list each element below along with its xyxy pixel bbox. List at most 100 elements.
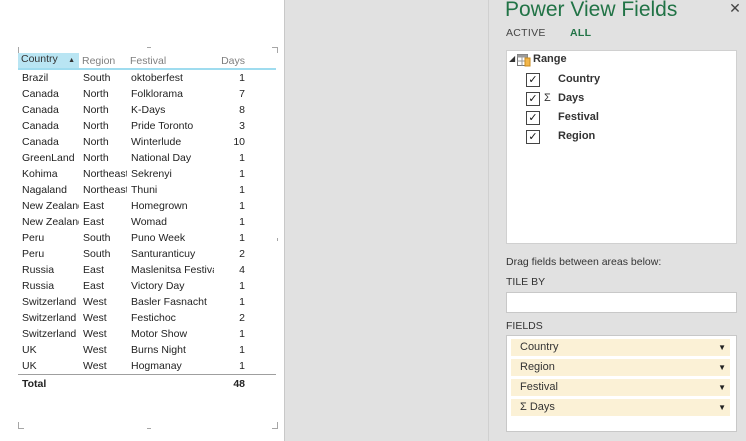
cell-region: East bbox=[83, 200, 105, 212]
fields-area-chip[interactable]: Σ Days ▼ bbox=[511, 399, 730, 416]
cell-festival: K-Days bbox=[131, 104, 166, 116]
field-item-region[interactable]: ✓ Region bbox=[507, 129, 732, 145]
table-header-row: Country ▲ Region Festival Days bbox=[18, 53, 276, 70]
field-item-days[interactable]: ✓ Σ Days bbox=[507, 91, 732, 107]
power-view-report: Country ▲ Region Festival Days Brazil Sout… bbox=[0, 0, 284, 441]
cell-days: 1 bbox=[239, 168, 245, 180]
table-row[interactable]: GreenLand North National Day 1 bbox=[18, 150, 276, 166]
column-header-festival[interactable]: Festival bbox=[127, 53, 214, 70]
cell-days: 3 bbox=[239, 120, 245, 132]
column-header-region[interactable]: Region bbox=[79, 53, 127, 70]
cell-region: North bbox=[83, 120, 109, 132]
field-list: ◢ Range ✓ Country ✓ Σ Days ✓ Festival ✓ Region bbox=[506, 50, 737, 244]
cell-days: 1 bbox=[239, 344, 245, 356]
table-row[interactable]: Peru South Santuranticuy 2 bbox=[18, 246, 276, 262]
cell-region: West bbox=[83, 360, 107, 372]
field-item-country[interactable]: ✓ Country bbox=[507, 72, 732, 88]
cell-days: 1 bbox=[239, 296, 245, 308]
cell-country: UK bbox=[22, 360, 37, 372]
table-row[interactable]: Canada North Folklorama 7 bbox=[18, 86, 276, 102]
dropdown-arrow-icon[interactable]: ▼ bbox=[718, 380, 726, 395]
cell-festival: Festichoc bbox=[131, 312, 176, 324]
table-icon bbox=[517, 54, 531, 67]
cell-region: West bbox=[83, 328, 107, 340]
cell-festival: Thuni bbox=[131, 184, 158, 196]
table-row[interactable]: Russia East Victory Day 1 bbox=[18, 278, 276, 294]
tab-active[interactable]: ACTIVE bbox=[506, 27, 546, 39]
collapse-triangle-icon[interactable]: ◢ bbox=[509, 54, 515, 63]
table-row[interactable]: UK West Hogmanay 1 bbox=[18, 358, 276, 375]
canvas-divider bbox=[284, 0, 285, 441]
edge-tick-bottom bbox=[147, 428, 151, 429]
chip-label: Region bbox=[520, 361, 555, 373]
cell-country: Peru bbox=[22, 232, 45, 244]
table-row[interactable]: Russia East Maslenitsa Festival 4 bbox=[18, 262, 276, 278]
tile-by-drop-zone[interactable] bbox=[506, 292, 737, 313]
table-row[interactable]: Switzerland West Festichoc 2 bbox=[18, 310, 276, 326]
cell-festival: Burns Night bbox=[131, 344, 186, 356]
column-header-days[interactable]: Days bbox=[214, 53, 276, 70]
table-row[interactable]: Switzerland West Motor Show 1 bbox=[18, 326, 276, 342]
field-checkbox[interactable]: ✓ bbox=[526, 111, 540, 125]
column-header-label: Country bbox=[21, 53, 58, 65]
cell-days: 2 bbox=[239, 312, 245, 324]
cell-region: North bbox=[83, 104, 109, 116]
table-row[interactable]: Canada North K-Days 8 bbox=[18, 102, 276, 118]
column-header-country[interactable]: Country ▲ bbox=[18, 53, 79, 70]
cell-region: North bbox=[83, 136, 109, 148]
dropdown-arrow-icon[interactable]: ▼ bbox=[718, 400, 726, 415]
cell-days: 4 bbox=[239, 264, 245, 276]
cell-festival: Maslenitsa Festival bbox=[131, 264, 214, 276]
table-row[interactable]: Switzerland West Basler Fasnacht 1 bbox=[18, 294, 276, 310]
table-row[interactable]: Brazil South oktoberfest 1 bbox=[18, 69, 276, 86]
table-row[interactable]: UK West Burns Night 1 bbox=[18, 342, 276, 358]
field-label: Region bbox=[558, 130, 596, 142]
table-row[interactable]: Kohima Northeast Sekrenyi 1 bbox=[18, 166, 276, 182]
cell-country: Canada bbox=[22, 88, 59, 100]
table-row[interactable]: Canada North Winterlude 10 bbox=[18, 134, 276, 150]
cell-festival: Basler Fasnacht bbox=[131, 296, 207, 308]
corner-tick-tr-v bbox=[277, 47, 278, 53]
field-checkbox[interactable]: ✓ bbox=[526, 92, 540, 106]
dropdown-arrow-icon[interactable]: ▼ bbox=[718, 360, 726, 375]
field-checkbox[interactable]: ✓ bbox=[526, 130, 540, 144]
cell-country: New Zealand bbox=[22, 200, 79, 212]
cell-days: 1 bbox=[239, 232, 245, 244]
cell-region: North bbox=[83, 88, 109, 100]
cell-country: Nagaland bbox=[22, 184, 67, 196]
scroll-marker[interactable] bbox=[277, 238, 278, 241]
cell-region: Northeast bbox=[83, 184, 127, 196]
power-view-fields-pane: Power View Fields ✕ ACTIVE ALL ◢ Range ✓… bbox=[488, 0, 746, 441]
cell-festival: Sekrenyi bbox=[131, 168, 172, 180]
edge-tick-top bbox=[147, 47, 151, 48]
corner-tick-br bbox=[272, 428, 278, 429]
field-checkbox[interactable]: ✓ bbox=[526, 73, 540, 87]
cell-country: Switzerland bbox=[22, 296, 77, 308]
dropdown-arrow-icon[interactable]: ▼ bbox=[718, 340, 726, 355]
table-row[interactable]: Peru South Puno Week 1 bbox=[18, 230, 276, 246]
cell-days: 1 bbox=[239, 200, 245, 212]
field-item-festival[interactable]: ✓ Festival bbox=[507, 110, 732, 126]
table-row[interactable]: Canada North Pride Toronto 3 bbox=[18, 118, 276, 134]
tab-all[interactable]: ALL bbox=[570, 27, 591, 39]
cell-region: East bbox=[83, 216, 105, 228]
fields-area-chip[interactable]: Region ▼ bbox=[511, 359, 730, 376]
cell-festival: Victory Day bbox=[131, 280, 185, 292]
fields-drop-zone[interactable]: Country ▼ Region ▼ Festival ▼ Σ Days ▼ bbox=[506, 335, 737, 432]
table-row[interactable]: Nagaland Northeast Thuni 1 bbox=[18, 182, 276, 198]
table-row[interactable]: New Zealand East Womad 1 bbox=[18, 214, 276, 230]
cell-region: South bbox=[83, 232, 111, 244]
drag-hint: Drag fields between areas below: bbox=[506, 256, 662, 268]
fields-area-chip[interactable]: Country ▼ bbox=[511, 339, 730, 356]
cell-region: West bbox=[83, 344, 107, 356]
close-icon[interactable]: ✕ bbox=[727, 0, 743, 17]
fields-area-chip[interactable]: Festival ▼ bbox=[511, 379, 730, 396]
cell-festival: Winterlude bbox=[131, 136, 182, 148]
table-row[interactable]: New Zealand East Homegrown 1 bbox=[18, 198, 276, 214]
festival-table: Country ▲ Region Festival Days Brazil Sout… bbox=[18, 53, 276, 392]
cell-region: East bbox=[83, 280, 105, 292]
sum-icon: Σ bbox=[544, 92, 551, 104]
total-label: Total bbox=[18, 374, 214, 392]
cell-festival: Pride Toronto bbox=[131, 120, 194, 132]
cell-country: Peru bbox=[22, 248, 45, 260]
